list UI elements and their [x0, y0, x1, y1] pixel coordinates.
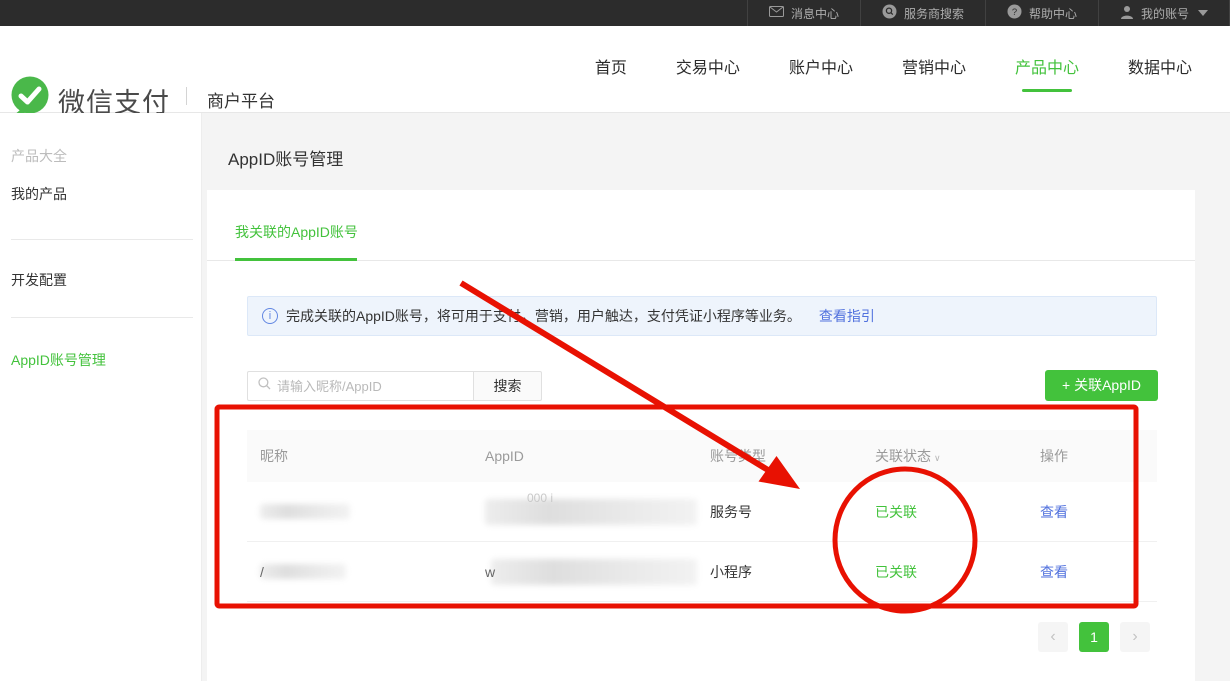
- sort-caret-icon: ∨: [934, 453, 941, 463]
- status-badge: 已关联: [862, 562, 1027, 582]
- search-input[interactable]: [277, 379, 457, 394]
- account-type-cell: 服务号: [697, 502, 862, 522]
- topbar-item-my-account[interactable]: 我的账号: [1098, 0, 1230, 26]
- view-action-link[interactable]: 查看: [1027, 562, 1157, 582]
- link-appid-button[interactable]: + 关联AppID: [1045, 370, 1158, 401]
- pagination: ‹ 1 ›: [1038, 622, 1150, 652]
- page-title: AppID账号管理: [228, 145, 343, 170]
- primary-nav: 首页 交易中心 账户中心 营销中心 产品中心 数据中心: [595, 26, 1192, 113]
- view-guide-link[interactable]: 查看指引: [819, 306, 875, 326]
- topbar-item-label: 帮助中心: [1029, 5, 1077, 22]
- active-tab-underline: [235, 258, 357, 261]
- appid-fragment: w: [485, 564, 495, 580]
- pagination-next-button[interactable]: ›: [1120, 622, 1150, 652]
- search-input-wrapper: [247, 371, 473, 401]
- search-icon: [258, 377, 271, 395]
- notice-banner: i 完成关联的AppID账号，将可用于支付，营销，用户触达，支付凭证小程序等业务…: [247, 296, 1157, 336]
- topbar-item-help[interactable]: ? 帮助中心: [985, 0, 1098, 26]
- status-badge: 已关联: [862, 502, 1027, 522]
- nav-item-transaction-center[interactable]: 交易中心: [676, 26, 740, 113]
- redacted-nickname: /: [260, 564, 472, 580]
- nickname-fragment: /: [260, 564, 264, 580]
- appid-fragment: 000 i: [527, 491, 553, 505]
- nav-item-data-center[interactable]: 数据中心: [1128, 26, 1192, 113]
- redacted-appid: w: [485, 559, 697, 585]
- redacted-appid: 000 i: [485, 499, 697, 525]
- tab-bar: 我关联的AppID账号: [207, 190, 1195, 261]
- column-header-actions: 操作: [1027, 446, 1157, 466]
- content-card: 我关联的AppID账号 i 完成关联的AppID账号，将可用于支付，营销，用户触…: [207, 190, 1195, 681]
- top-utility-bar: 消息中心 服务商搜索 ? 帮助中心 我的账号: [0, 0, 1230, 26]
- table-header-row: 昵称 AppID 账号类型 关联状态∨ 操作: [247, 430, 1157, 482]
- nav-item-marketing-center[interactable]: 营销中心: [902, 26, 966, 113]
- topbar-item-label: 服务商搜索: [904, 5, 964, 22]
- sidebar-item-appid-management[interactable]: AppID账号管理: [11, 350, 106, 370]
- sidebar-divider: [11, 317, 193, 318]
- chevron-down-icon: [1198, 10, 1208, 16]
- pagination-page-1-button[interactable]: 1: [1079, 622, 1109, 652]
- topbar-item-label: 消息中心: [791, 5, 839, 22]
- account-type-cell: 小程序: [697, 562, 862, 582]
- topbar-item-messages[interactable]: 消息中心: [747, 0, 860, 26]
- svg-text:?: ?: [1012, 7, 1017, 18]
- search-circle-icon: [882, 4, 897, 22]
- brand-divider: [186, 87, 187, 105]
- redacted-nickname: [260, 504, 472, 519]
- question-circle-icon: ?: [1007, 4, 1022, 22]
- column-header-nickname: 昵称: [247, 446, 472, 466]
- appid-table: 昵称 AppID 账号类型 关联状态∨ 操作 000 i 服务号 已关联 查看 …: [247, 430, 1157, 602]
- column-header-appid: AppID: [472, 448, 697, 464]
- sidebar-section-label: 产品大全: [11, 146, 67, 166]
- table-row: 000 i 服务号 已关联 查看: [247, 482, 1157, 542]
- column-header-account-type: 账号类型: [697, 446, 862, 466]
- view-action-link[interactable]: 查看: [1027, 502, 1157, 522]
- sidebar-divider: [11, 239, 193, 240]
- column-header-link-status[interactable]: 关联状态∨: [862, 446, 1027, 466]
- user-icon: [1120, 5, 1134, 22]
- sidebar-item-dev-config[interactable]: 开发配置: [11, 270, 67, 290]
- sidebar: 产品大全 我的产品 开发配置 AppID账号管理: [0, 113, 202, 681]
- topbar-item-provider-search[interactable]: 服务商搜索: [860, 0, 985, 26]
- table-row: / w 小程序 已关联 查看: [247, 542, 1157, 602]
- topbar-item-label: 我的账号: [1141, 5, 1189, 22]
- main-header: 微信支付 商户平台 首页 交易中心 账户中心 营销中心 产品中心 数据中心: [0, 26, 1230, 113]
- brand-subtitle: 商户平台: [207, 87, 275, 112]
- notice-text: 完成关联的AppID账号，将可用于支付，营销，用户触达，支付凭证小程序等业务。: [286, 306, 801, 326]
- search-button[interactable]: 搜索: [473, 371, 542, 401]
- nav-item-account-center[interactable]: 账户中心: [789, 26, 853, 113]
- tab-my-linked-appids[interactable]: 我关联的AppID账号: [235, 222, 358, 242]
- nav-item-product-center[interactable]: 产品中心: [1015, 26, 1079, 113]
- wechat-pay-logo-icon: [10, 76, 50, 116]
- sidebar-item-my-products[interactable]: 我的产品: [11, 184, 67, 204]
- mail-icon: [769, 6, 784, 20]
- info-icon: i: [262, 308, 278, 324]
- nav-item-home[interactable]: 首页: [595, 26, 627, 113]
- pagination-prev-button[interactable]: ‹: [1038, 622, 1068, 652]
